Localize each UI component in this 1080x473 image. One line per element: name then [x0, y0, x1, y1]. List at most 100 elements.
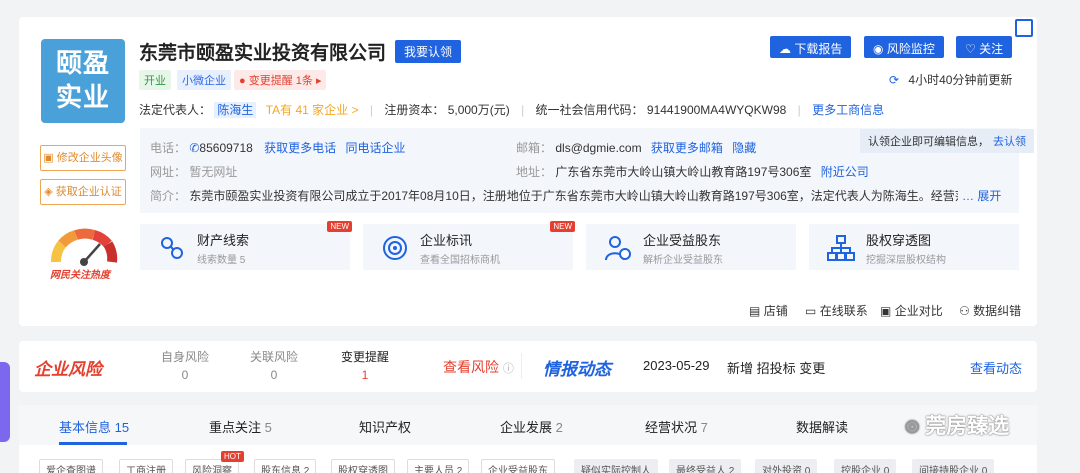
- tab-label: 数据解读: [796, 420, 849, 435]
- watermark-text: 莞房臻选: [925, 415, 1010, 438]
- get-cert-button[interactable]: ◈ 获取企业认证: [40, 179, 126, 205]
- same-phone-link[interactable]: 同电话企业: [346, 141, 406, 155]
- online-contact-link[interactable]: ▭ 在线联系: [805, 302, 868, 319]
- email-row: 邮箱： dls@dgmie.com 获取更多邮箱 隐藏: [516, 139, 756, 156]
- update-time[interactable]: ⟳ 4小时40分钟前更新: [889, 71, 1012, 88]
- target-icon: [383, 236, 407, 260]
- website-label: 网址：: [150, 165, 187, 179]
- qr-code-icon[interactable]: [1015, 19, 1033, 37]
- cloud-download-icon: ☁: [779, 42, 791, 56]
- subtab-key-personnel[interactable]: 主要人员 2: [407, 459, 470, 473]
- more-phones-link[interactable]: 获取更多电话: [264, 141, 336, 155]
- feature-subtitle: 解析企业受益股东: [643, 255, 723, 266]
- intel-text: 新增 招投标 变更: [727, 361, 826, 376]
- email-value: dls@dgmie.com: [555, 141, 642, 155]
- new-badge: NEW: [550, 221, 575, 232]
- watermark: ⦾ 莞房臻选: [905, 410, 1009, 440]
- new-badge: NEW: [327, 221, 352, 232]
- follow-label: 关注: [979, 42, 1004, 56]
- feature-title: 财产线索: [197, 233, 250, 248]
- phone-value: 85609718: [199, 141, 253, 155]
- tab-basic-info[interactable]: 基本信息 15: [59, 417, 129, 436]
- feature-subtitle: 挖掘深层股权结构: [866, 255, 946, 266]
- subtab-actual-controller[interactable]: 疑似实际控制人: [574, 459, 658, 473]
- legal-rep-label: 法定代表人：: [139, 103, 212, 117]
- divider: |: [797, 103, 801, 117]
- compare-link[interactable]: ▣ 企业对比: [880, 302, 943, 319]
- change-alert-value[interactable]: 1: [335, 368, 395, 382]
- tab-label: 经营状况: [645, 420, 698, 435]
- subtab-investments[interactable]: 对外投资 0: [755, 459, 818, 473]
- edit-avatar-button[interactable]: ▣ 修改企业头像: [40, 145, 126, 171]
- related-risk-value[interactable]: 0: [244, 368, 304, 382]
- change-alert-text: 变更提醒 1条: [248, 75, 313, 87]
- nearby-companies-link[interactable]: 附近公司: [821, 165, 869, 179]
- tab-key-focus[interactable]: 重点关注 5: [209, 417, 272, 436]
- tab-operations[interactable]: 经营状况 7: [645, 417, 708, 436]
- intro-value: 东莞市颐盈实业投资有限公司成立于2017年08月10日，注册地位于广东省东莞市大…: [189, 189, 979, 203]
- subtab-shareholders[interactable]: 股东信息 2: [254, 459, 317, 473]
- data-correction-link[interactable]: ⚇ 数据纠错: [959, 302, 1021, 319]
- badge-icon: ◈: [44, 186, 53, 198]
- feature-equity-chart[interactable]: 股权穿透图 挖掘深层股权结构: [809, 224, 1019, 270]
- more-info-link[interactable]: 更多工商信息: [812, 103, 884, 117]
- tab-count: 2: [555, 420, 563, 435]
- capital-label: 注册资本：: [384, 103, 445, 117]
- online-contact-label: 在线联系: [819, 304, 868, 318]
- expand-link[interactable]: … 展开: [958, 187, 1002, 204]
- subtab-equity-chart[interactable]: 股权穿透图: [331, 459, 395, 473]
- change-alert-label[interactable]: 变更提醒: [335, 348, 395, 365]
- logo-text-line1: 颐盈: [55, 49, 110, 79]
- tab-development[interactable]: 企业发展 2: [500, 417, 563, 436]
- related-risk-label[interactable]: 关联风险: [244, 348, 304, 365]
- hide-link[interactable]: 隐藏: [732, 141, 756, 155]
- shop-link[interactable]: ▤ 店铺: [749, 302, 788, 319]
- feature-bidding[interactable]: 企业标讯 查看全国招标商机 NEW: [363, 221, 575, 270]
- tab-count: 5: [264, 420, 272, 435]
- claim-note-link[interactable]: 去认领: [993, 136, 1026, 148]
- tab-count: 15: [114, 420, 130, 435]
- section-tabs: 基本信息 15 重点关注 5 知识产权 企业发展 2 经营状况 7 数据解读: [19, 405, 1037, 445]
- feature-sub-text: 线索数量 5: [197, 255, 246, 266]
- subtab-registration[interactable]: 工商注册: [119, 459, 173, 473]
- download-label: 下载报告: [794, 42, 843, 56]
- tab-count: 7: [700, 420, 708, 435]
- heat-gauge-icon: [51, 228, 118, 266]
- tab-ip[interactable]: 知识产权: [359, 417, 411, 436]
- feature-beneficial-shareholders[interactable]: 企业受益股东 解析企业受益股东: [586, 224, 796, 270]
- risk-monitor-button[interactable]: ◉ 风险监控: [864, 36, 944, 58]
- risk-title: 企业风险: [34, 360, 102, 380]
- self-risk-value[interactable]: 0: [155, 368, 215, 382]
- claim-button[interactable]: 我要认领: [395, 40, 462, 63]
- subtab-graph[interactable]: 爱企查图谱: [39, 459, 103, 473]
- heat-label: 网民关注热度: [50, 270, 110, 281]
- subtab-ultimate-beneficiary[interactable]: 最终受益人 2: [669, 459, 742, 473]
- legal-rep-companies-link[interactable]: TA有 41 家企业 >: [266, 103, 359, 117]
- legal-rep-name[interactable]: 陈海生: [214, 102, 257, 118]
- divider: |: [521, 103, 525, 117]
- change-alert-tag[interactable]: ● 变更提醒 1条 ▸: [234, 70, 327, 90]
- credit-code-label: 统一社会信用代码：: [535, 103, 644, 117]
- basic-info-row: 法定代表人： 陈海生 TA有 41 家企业 > | 注册资本： 5,000万(元…: [139, 101, 884, 118]
- tab-data-interpretation[interactable]: 数据解读: [796, 417, 848, 436]
- risk-bar: 企业风险 自身风险 0 关联风险 0 变更提醒 1 查看风险 ⓘ 情报动态 20…: [19, 341, 1037, 392]
- view-risk-link[interactable]: 查看风险 ⓘ: [443, 357, 514, 377]
- feature-property-clues[interactable]: 财产线索 线索数量 5 NEW: [140, 221, 352, 270]
- feature-subtitle: 线索数量 5: [197, 251, 245, 266]
- subtab-indirect-holdings[interactable]: 间接持股企业 0: [912, 459, 995, 473]
- subtab-beneficial-shareholders[interactable]: 企业受益股东: [481, 459, 555, 473]
- phone-icon: ✆: [189, 141, 200, 155]
- feature-title: 企业标讯: [420, 233, 473, 248]
- claim-note: 认领企业即可编辑信息， 去认领: [860, 129, 1034, 153]
- capital-value: 5,000万(元): [447, 103, 510, 117]
- expand-label: … 展开: [962, 189, 1002, 203]
- floating-sidebar-tab[interactable]: [0, 362, 10, 442]
- self-risk-label[interactable]: 自身风险: [155, 348, 215, 365]
- subtab-holding-companies[interactable]: 控股企业 0: [834, 459, 897, 473]
- view-intel-link[interactable]: 查看动态: [970, 358, 1022, 377]
- follow-button[interactable]: ♡ 关注: [956, 36, 1013, 58]
- feature-title: 股权穿透图: [866, 233, 932, 248]
- view-risk-label: 查看风险: [443, 359, 499, 375]
- download-report-button[interactable]: ☁ 下载报告: [770, 36, 852, 58]
- more-emails-link[interactable]: 获取更多邮箱: [651, 141, 723, 155]
